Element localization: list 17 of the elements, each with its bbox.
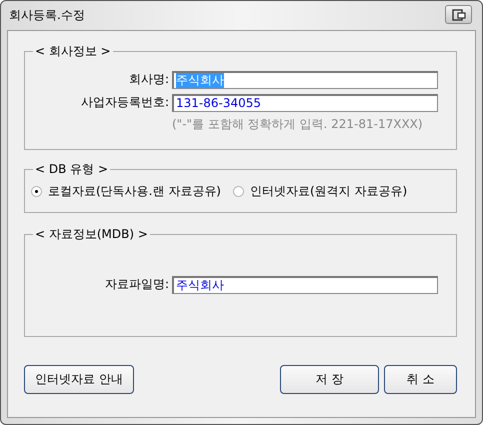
input-field[interactable]: 주식회사 <box>172 276 438 294</box>
radio-option[interactable]: 로컬자료(단독사용.랜 자료공유) <box>31 183 221 200</box>
group-title: < 자료정보(MDB) > <box>33 226 150 242</box>
field-label: 자료파일명: <box>104 276 170 293</box>
input-field[interactable]: 131-86-34055 <box>172 94 438 112</box>
hint-text: ("-"를 포함해 정확하게 입력. 221-81-17XXX) <box>171 116 424 133</box>
group-title: < DB 유형 > <box>33 161 110 177</box>
restore-button[interactable] <box>445 5 472 24</box>
group-title: < 회사정보 > <box>33 43 113 59</box>
radio-option[interactable]: 인터넷자료(원격지 자료공유) <box>233 183 408 200</box>
field-label: 회사명: <box>128 71 170 88</box>
field-label: 사업자등록번호: <box>80 94 170 111</box>
cancel-button[interactable]: 취 소 <box>384 365 457 394</box>
save-button[interactable]: 저 장 <box>280 365 379 394</box>
guide-button[interactable]: 인터넷자료 안내 <box>24 365 134 394</box>
window-title: 회사등록.수정 <box>9 7 85 24</box>
restore-icon <box>452 8 466 20</box>
